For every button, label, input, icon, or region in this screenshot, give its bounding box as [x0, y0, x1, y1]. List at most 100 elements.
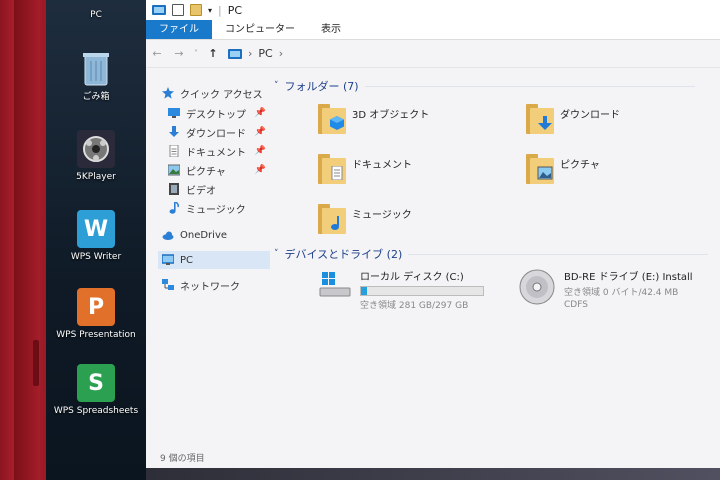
drive-name: ローカル ディスク (C:) — [360, 272, 464, 283]
nav-item-videos[interactable]: ビデオ — [168, 180, 270, 198]
folder-music[interactable]: ミュージック — [318, 202, 412, 236]
drive-space: 空き領域 281 GB/297 GB — [360, 301, 469, 311]
star-icon — [162, 87, 174, 99]
nav-network[interactable]: ネットワーク — [162, 276, 270, 294]
tab-file[interactable]: ファイル — [146, 20, 212, 39]
new-folder-icon[interactable] — [190, 4, 202, 16]
back-icon[interactable]: ← — [146, 47, 168, 60]
pin-icon[interactable]: 📌 — [255, 146, 266, 156]
folder-pictures[interactable]: ピクチャ — [526, 152, 600, 186]
wps-spreadsheets-icon: S — [77, 364, 115, 402]
chevron-down-icon[interactable]: ▾ — [208, 6, 212, 15]
drive-usage-fill — [361, 287, 368, 295]
nav-label: クイック アクセス — [180, 89, 263, 101]
folder-name: 3D オブジェクト — [352, 110, 430, 121]
nav-pc[interactable]: PC — [158, 251, 270, 269]
folder-documents[interactable]: ドキュメント — [318, 152, 412, 186]
drive-name: BD-RE ドライブ (E:) Install — [564, 272, 693, 283]
breadcrumb-pc[interactable]: PC — [258, 47, 272, 60]
nav-label: ピクチャ — [186, 166, 226, 178]
folders-header-label: フォルダー (7) — [284, 80, 359, 93]
desktop-icon-label: PC — [90, 10, 102, 20]
cube-icon — [330, 116, 344, 130]
music-note-icon — [331, 216, 339, 230]
divider — [408, 253, 709, 255]
up-icon[interactable]: ↑ — [202, 47, 224, 60]
picture-icon — [168, 164, 180, 176]
desktop-icon-wps-writer[interactable]: W WPS Writer — [46, 210, 146, 263]
folder-downloads[interactable]: ダウンロード — [526, 102, 620, 136]
title-bar: ▾ | PC — [146, 0, 720, 20]
chevron-down-icon: ˅ — [274, 81, 279, 91]
folder-name: ミュージック — [352, 210, 412, 221]
breadcrumb-separator: › — [248, 47, 253, 60]
desktop-icon-label: WPS Presentation — [56, 330, 136, 340]
forward-icon[interactable]: → — [168, 47, 190, 60]
title-separator: | — [218, 3, 222, 17]
nav-item-documents[interactable]: ドキュメント 📌 — [168, 142, 270, 160]
devices-group-header[interactable]: ˅ デバイスとドライブ (2) — [274, 246, 709, 262]
drive-e[interactable]: BD-RE ドライブ (E:) Install 空き領域 0 バイト/42.4 … — [518, 268, 693, 310]
pin-icon[interactable]: 📌 — [255, 108, 266, 118]
folder-3d-objects[interactable]: 3D オブジェクト — [318, 102, 429, 136]
folder-name: ピクチャ — [560, 160, 600, 171]
chevron-down-icon[interactable]: ˅ — [190, 49, 202, 58]
nav-label: ミュージック — [186, 204, 246, 216]
folder-icon — [526, 102, 554, 136]
tab-view[interactable]: 表示 — [308, 20, 354, 39]
network-icon — [162, 279, 174, 290]
desktop-icon-wps-presentation[interactable]: P WPS Presentation — [46, 288, 146, 341]
chevron-down-icon: ˅ — [274, 249, 279, 259]
address-bar: ← → ˅ ↑ › PC › — [146, 40, 720, 68]
disc-icon — [519, 269, 555, 305]
nav-label: OneDrive — [180, 229, 228, 241]
folder-icon — [526, 152, 554, 186]
nav-onedrive[interactable]: OneDrive — [162, 226, 270, 244]
wps-writer-icon: W — [77, 210, 115, 248]
picture-icon — [537, 166, 553, 180]
folder-icon — [318, 152, 346, 186]
nav-label: ネットワーク — [180, 281, 240, 293]
folder-name: ダウンロード — [560, 110, 620, 121]
navigation-pane: クイック アクセス デスクトップ 📌 ダウンロード 📌 ドキュメント 📌 ピクチ… — [146, 70, 270, 460]
nav-label: PC — [180, 254, 194, 266]
document-icon — [169, 145, 179, 157]
nav-label: デスクトップ — [186, 109, 246, 121]
desktop-icon — [168, 108, 180, 118]
desktop-icon-label: WPS Spreadsheets — [53, 406, 139, 416]
tab-computer[interactable]: コンピューター — [212, 20, 308, 39]
nav-item-desktop[interactable]: デスクトップ 📌 — [168, 104, 270, 122]
pc-icon — [152, 5, 166, 15]
breadcrumb[interactable]: › PC › — [228, 47, 283, 60]
bezel-slot — [33, 340, 39, 386]
cloud-icon — [162, 231, 174, 240]
5kplayer-icon — [77, 130, 115, 168]
window-title: PC — [227, 3, 243, 17]
desktop-icon-pc[interactable]: PC — [46, 0, 146, 21]
folder-icon — [318, 102, 346, 136]
drive-c[interactable]: ローカル ディスク (C:) 空き領域 281 GB/297 GB — [318, 268, 484, 311]
nav-item-pictures[interactable]: ピクチャ 📌 — [168, 161, 270, 179]
folders-group-header[interactable]: ˅ フォルダー (7) — [274, 78, 695, 94]
pin-icon[interactable]: 📌 — [255, 165, 266, 175]
desktop-icon-5kplayer[interactable]: 5KPlayer — [46, 130, 146, 183]
nav-label: ビデオ — [186, 185, 216, 197]
desktop-icon-recycle-bin[interactable]: ごみ箱 — [46, 50, 146, 103]
folder-icon — [318, 202, 346, 236]
document-icon — [331, 166, 343, 180]
music-note-icon — [169, 202, 179, 214]
nav-item-downloads[interactable]: ダウンロード 📌 — [168, 123, 270, 141]
hard-drive-icon — [319, 272, 351, 297]
screen-bottom-edge — [146, 468, 720, 480]
devices-header-label: デバイスとドライブ (2) — [284, 248, 403, 261]
video-icon — [169, 183, 179, 195]
nav-item-music[interactable]: ミュージック — [168, 199, 270, 217]
pin-icon[interactable]: 📌 — [255, 127, 266, 137]
wps-presentation-icon: P — [77, 288, 115, 326]
nav-label: ダウンロード — [186, 128, 246, 140]
nav-quick-access[interactable]: クイック アクセス — [162, 84, 270, 102]
drive-details: ローカル ディスク (C:) 空き領域 281 GB/297 GB — [360, 268, 484, 311]
drive-filesystem: CDFS — [564, 300, 588, 310]
properties-icon[interactable] — [172, 4, 184, 16]
desktop-icon-wps-spreadsheets[interactable]: S WPS Spreadsheets — [46, 364, 146, 417]
